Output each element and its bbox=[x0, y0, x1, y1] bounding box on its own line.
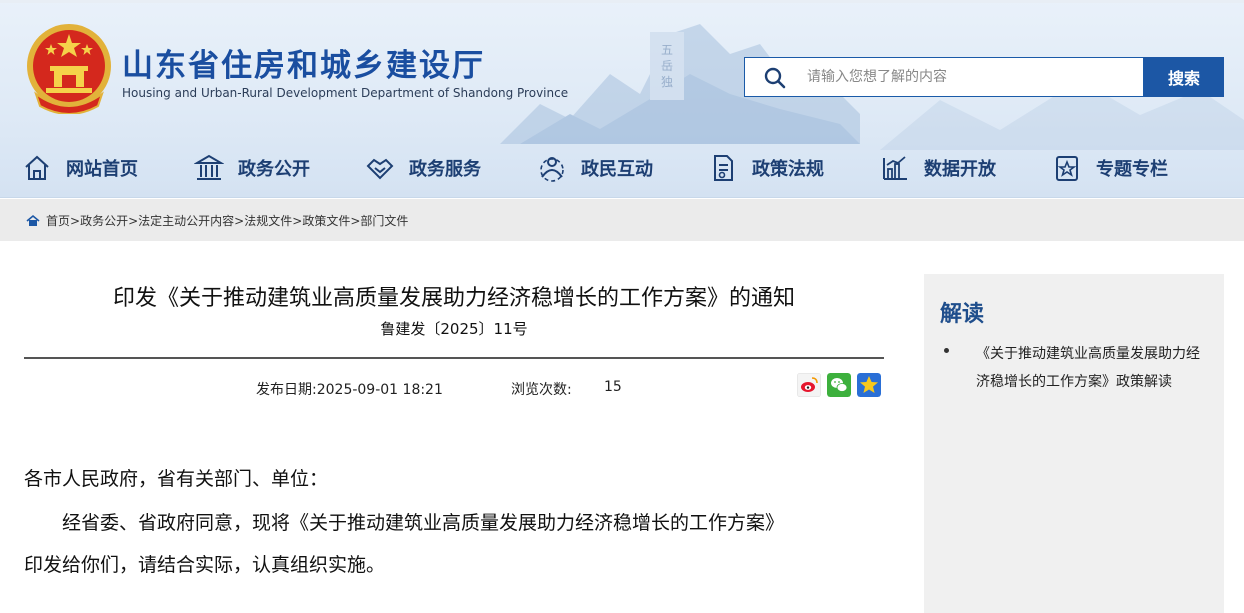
nav-item-policies[interactable]: 政策法规 bbox=[708, 146, 824, 190]
breadcrumb-separator: > bbox=[350, 213, 361, 228]
publish-date: 发布日期:2025-09-01 18:21 bbox=[256, 379, 443, 399]
search-icon bbox=[764, 67, 786, 89]
building-icon bbox=[194, 154, 224, 180]
breadcrumb-separator: > bbox=[70, 213, 81, 228]
view-count-value: 15 bbox=[604, 379, 622, 395]
publish-date-label: 发布日期: bbox=[256, 382, 317, 398]
salutation: 各市人民政府，省有关部门、单位： bbox=[24, 468, 329, 490]
wechat-icon[interactable] bbox=[827, 373, 851, 397]
home-icon bbox=[25, 155, 49, 180]
interpretation-link[interactable]: 《关于推动建筑业高质量发展助力经济稳增长的工作方案》政策解读 bbox=[976, 340, 1208, 396]
breadcrumb-separator: > bbox=[292, 213, 303, 228]
topic-icon bbox=[1056, 156, 1078, 181]
site-header: 五 岳 独 山东省住房和城乡建设厅 Housing and Urban-Rura… bbox=[0, 0, 1244, 198]
nav-label: 政务服务 bbox=[409, 159, 481, 180]
interaction-icon bbox=[540, 157, 564, 182]
search-input[interactable] bbox=[807, 58, 1137, 96]
nav-item-topics[interactable]: 专题专栏 bbox=[1052, 146, 1168, 190]
breadcrumb-policy-docs[interactable]: 政策文件 bbox=[302, 212, 350, 229]
breadcrumb: 首页 > 政务公开 > 法定主动公开内容 > 法规文件 > 政策文件 > 部门文… bbox=[26, 212, 408, 229]
breadcrumb-statutory-content[interactable]: 法定主动公开内容 bbox=[138, 212, 234, 229]
site-subtitle: Housing and Urban-Rural Development Depa… bbox=[122, 86, 569, 100]
breadcrumb-dept-docs[interactable]: 部门文件 bbox=[360, 212, 408, 229]
publish-date-value: 2025-09-01 18:21 bbox=[316, 382, 443, 398]
nav-item-open-data[interactable]: 数据开放 bbox=[880, 146, 996, 190]
nav-item-gov-services[interactable]: 政务服务 bbox=[365, 146, 481, 190]
title-divider bbox=[24, 357, 884, 359]
nav-label: 政民互动 bbox=[581, 159, 653, 180]
body-paragraph-line: 印发给你们，请结合实际，认真组织实施。 bbox=[24, 554, 386, 576]
nav-item-interaction[interactable]: 政民互动 bbox=[537, 146, 653, 190]
bar-chart-icon bbox=[883, 156, 907, 180]
weibo-icon[interactable] bbox=[797, 373, 821, 397]
svg-text:独: 独 bbox=[661, 75, 673, 89]
nav-item-gov-affairs[interactable]: 政务公开 bbox=[194, 146, 310, 190]
search-button[interactable]: 搜索 bbox=[1144, 57, 1224, 97]
home-icon bbox=[26, 214, 40, 226]
breadcrumb-home[interactable]: 首页 bbox=[46, 212, 70, 229]
breadcrumb-separator: > bbox=[128, 213, 139, 228]
sidebar-title: 解读 bbox=[940, 302, 985, 327]
list-bullet bbox=[944, 348, 949, 353]
document-icon bbox=[714, 155, 733, 181]
nav-label: 数据开放 bbox=[924, 159, 996, 180]
qzone-icon[interactable] bbox=[857, 373, 881, 397]
svg-text:岳: 岳 bbox=[661, 59, 673, 73]
breadcrumb-separator: > bbox=[234, 213, 245, 228]
nav-item-home[interactable]: 网站首页 bbox=[22, 146, 138, 190]
nav-label: 网站首页 bbox=[66, 159, 138, 180]
view-count-label: 浏览次数: bbox=[511, 382, 572, 398]
handshake-icon bbox=[366, 158, 394, 180]
site-title: 山东省住房和城乡建设厅 bbox=[122, 48, 485, 84]
nav-label: 政策法规 bbox=[752, 159, 824, 180]
nav-label: 专题专栏 bbox=[1096, 159, 1168, 180]
article-title: 印发《关于推动建筑业高质量发展助力经济稳增长的工作方案》的通知 bbox=[112, 286, 795, 311]
breadcrumb-bar: 首页 > 政务公开 > 法定主动公开内容 > 法规文件 > 政策文件 > 部门文… bbox=[0, 199, 1244, 241]
interpretation-sidebar: 解读 《关于推动建筑业高质量发展助力经济稳增长的工作方案》政策解读 bbox=[924, 274, 1224, 613]
document-number: 鲁建发〔2025〕11号 bbox=[380, 320, 528, 338]
body-paragraph-line: 经省委、省政府同意，现将《关于推动建筑业高质量发展助力经济稳增长的工作方案》 bbox=[62, 512, 785, 534]
svg-text:五: 五 bbox=[661, 43, 673, 57]
search-box bbox=[744, 57, 1144, 97]
main-nav: 网站首页 政务公开 政务服务 政民互动 政策法规 数据开放 专题专栏 bbox=[0, 146, 1244, 190]
breadcrumb-regulations[interactable]: 法规文件 bbox=[244, 212, 292, 229]
nav-label: 政务公开 bbox=[238, 159, 310, 180]
national-emblem-icon bbox=[27, 24, 111, 114]
breadcrumb-gov-affairs[interactable]: 政务公开 bbox=[80, 212, 128, 229]
